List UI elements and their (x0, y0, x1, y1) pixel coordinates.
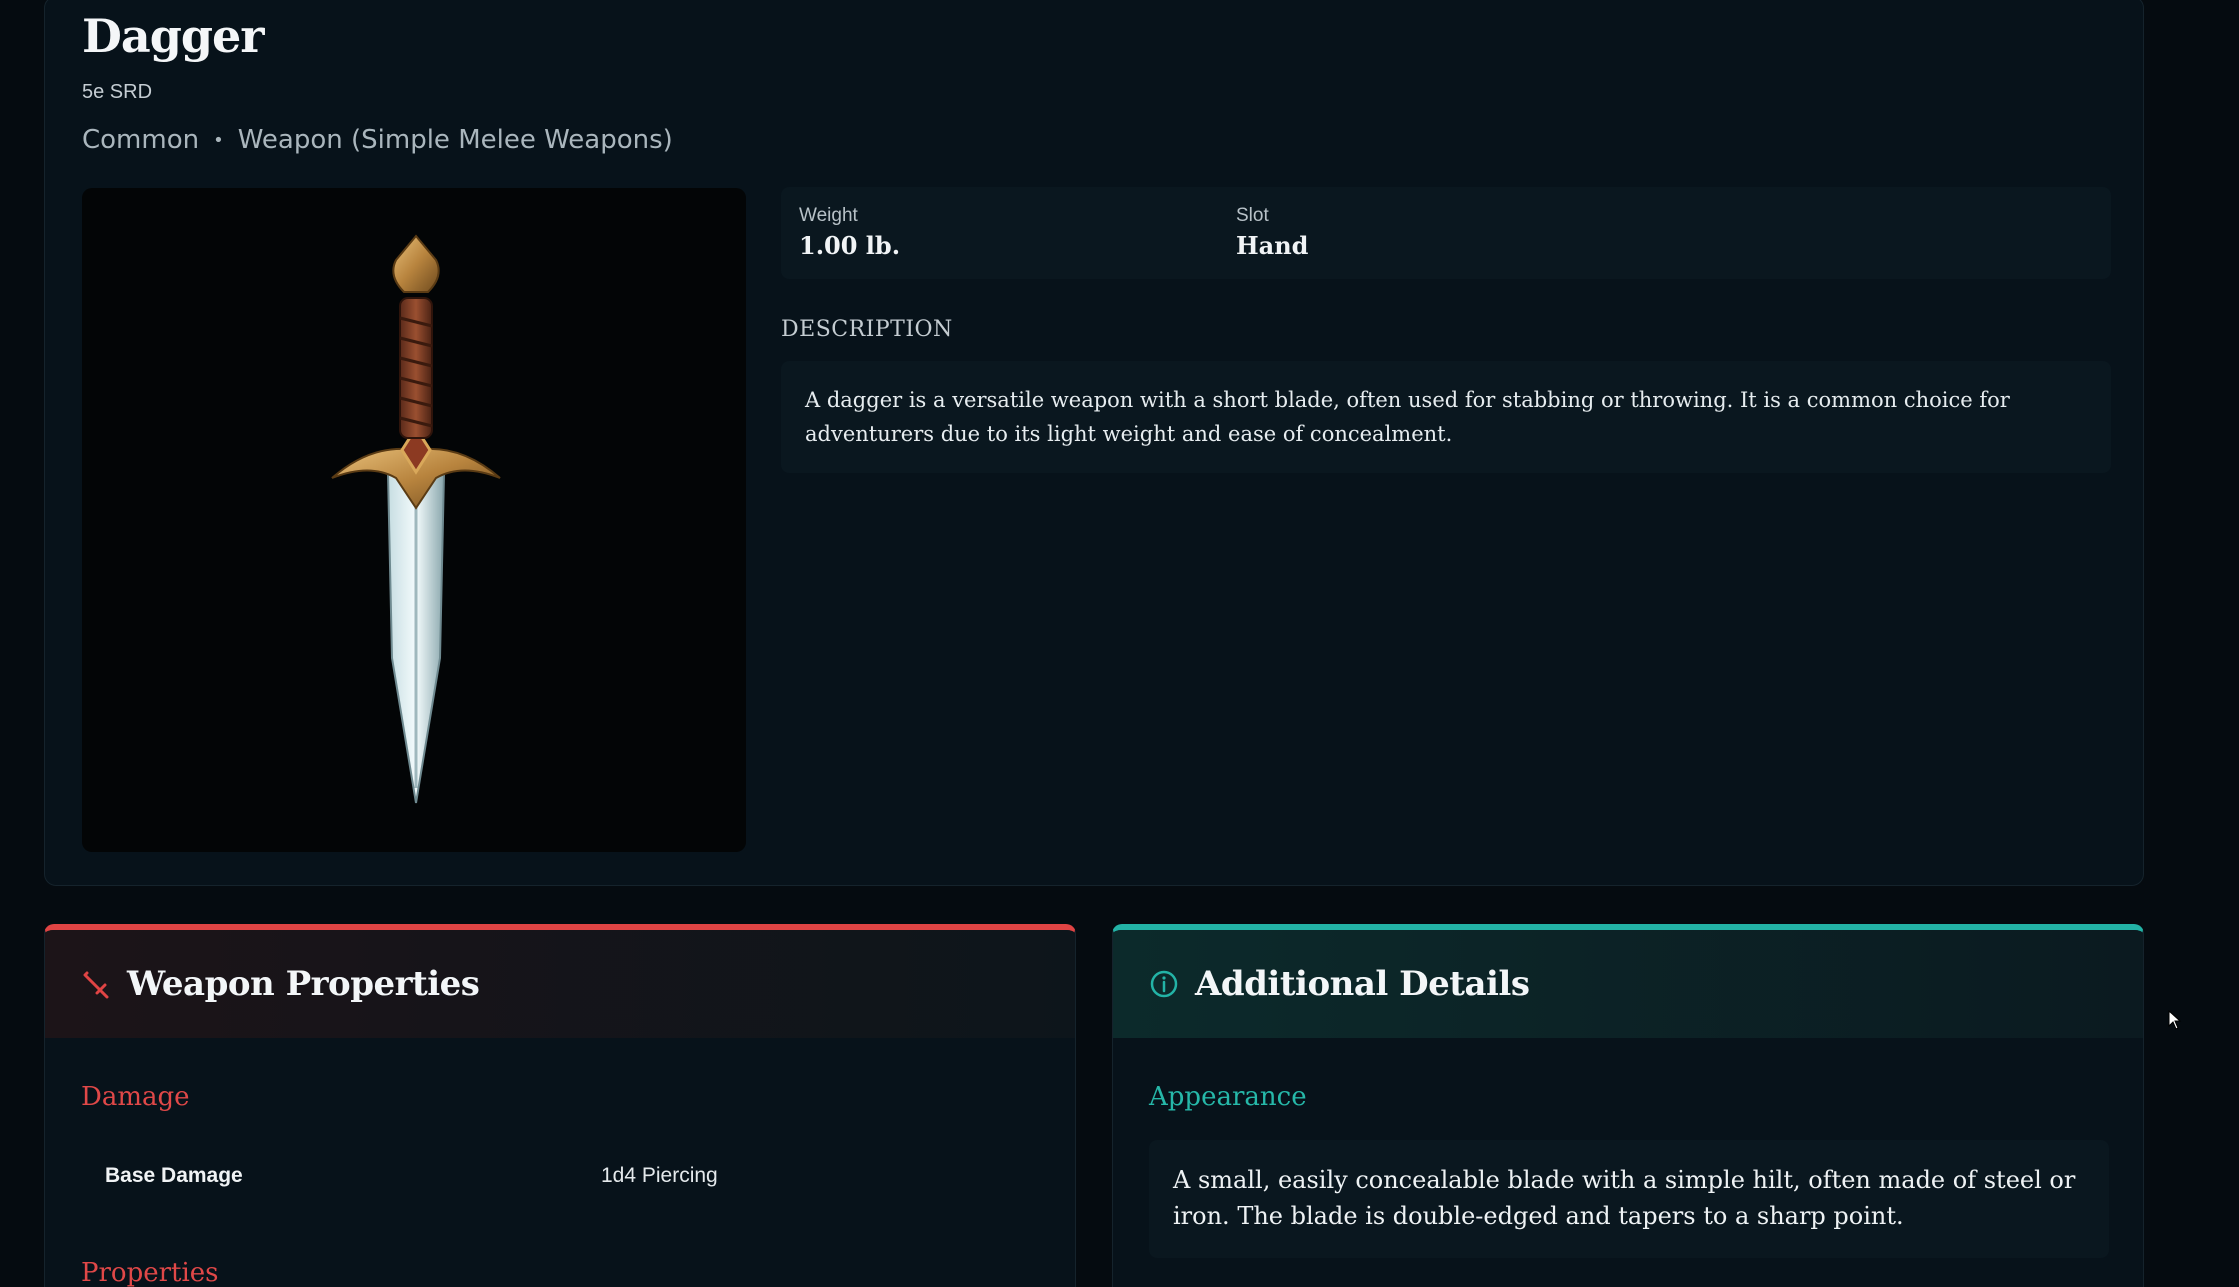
dagger-image (331, 234, 501, 804)
item-rarity: Common (82, 125, 200, 155)
additional-details-panel: Additional Details Appearance A small, e… (1112, 924, 2144, 1287)
weapon-properties-title: Weapon Properties (127, 964, 480, 1004)
item-title: Dagger (82, 9, 265, 63)
appearance-heading: Appearance (1149, 1082, 1307, 1112)
item-card: Dagger 5e SRD Common • Weapon (Simple Me… (44, 0, 2144, 886)
additional-details-header: Additional Details (1113, 930, 2143, 1038)
properties-heading: Properties (81, 1258, 219, 1287)
item-image (82, 188, 746, 852)
slot-stat: Slot Hand (1236, 205, 1308, 260)
slot-label: Slot (1236, 205, 1269, 226)
meta-separator: • (213, 129, 224, 151)
info-icon (1149, 969, 1179, 999)
weight-label: Weight (799, 205, 858, 226)
additional-details-title: Additional Details (1195, 964, 1530, 1004)
base-damage-label: Base Damage (105, 1164, 243, 1187)
base-damage-value: 1d4 Piercing (601, 1164, 718, 1187)
weapon-properties-header: Weapon Properties (45, 930, 1075, 1038)
description-text: A dagger is a versatile weapon with a sh… (781, 361, 2111, 473)
mouse-cursor-icon (2168, 1010, 2182, 1030)
weight-stat: Weight 1.00 lb. (799, 205, 900, 260)
weight-value: 1.00 lb. (799, 231, 901, 260)
slot-value: Hand (1236, 231, 1309, 260)
weapon-properties-panel: Weapon Properties Damage Base Damage 1d4… (44, 924, 1076, 1287)
description-heading: DESCRIPTION (781, 317, 953, 342)
item-stats: Weight 1.00 lb. Slot Hand (781, 187, 2111, 279)
item-type: Weapon (Simple Melee Weapons) (237, 125, 673, 155)
item-source: 5e SRD (82, 81, 153, 103)
item-meta: Common • Weapon (Simple Melee Weapons) (82, 125, 673, 155)
sword-icon (81, 969, 111, 999)
damage-heading: Damage (81, 1082, 190, 1112)
item-detail-page: Dagger 5e SRD Common • Weapon (Simple Me… (0, 0, 2239, 1287)
appearance-text: A small, easily concealable blade with a… (1149, 1140, 2109, 1258)
